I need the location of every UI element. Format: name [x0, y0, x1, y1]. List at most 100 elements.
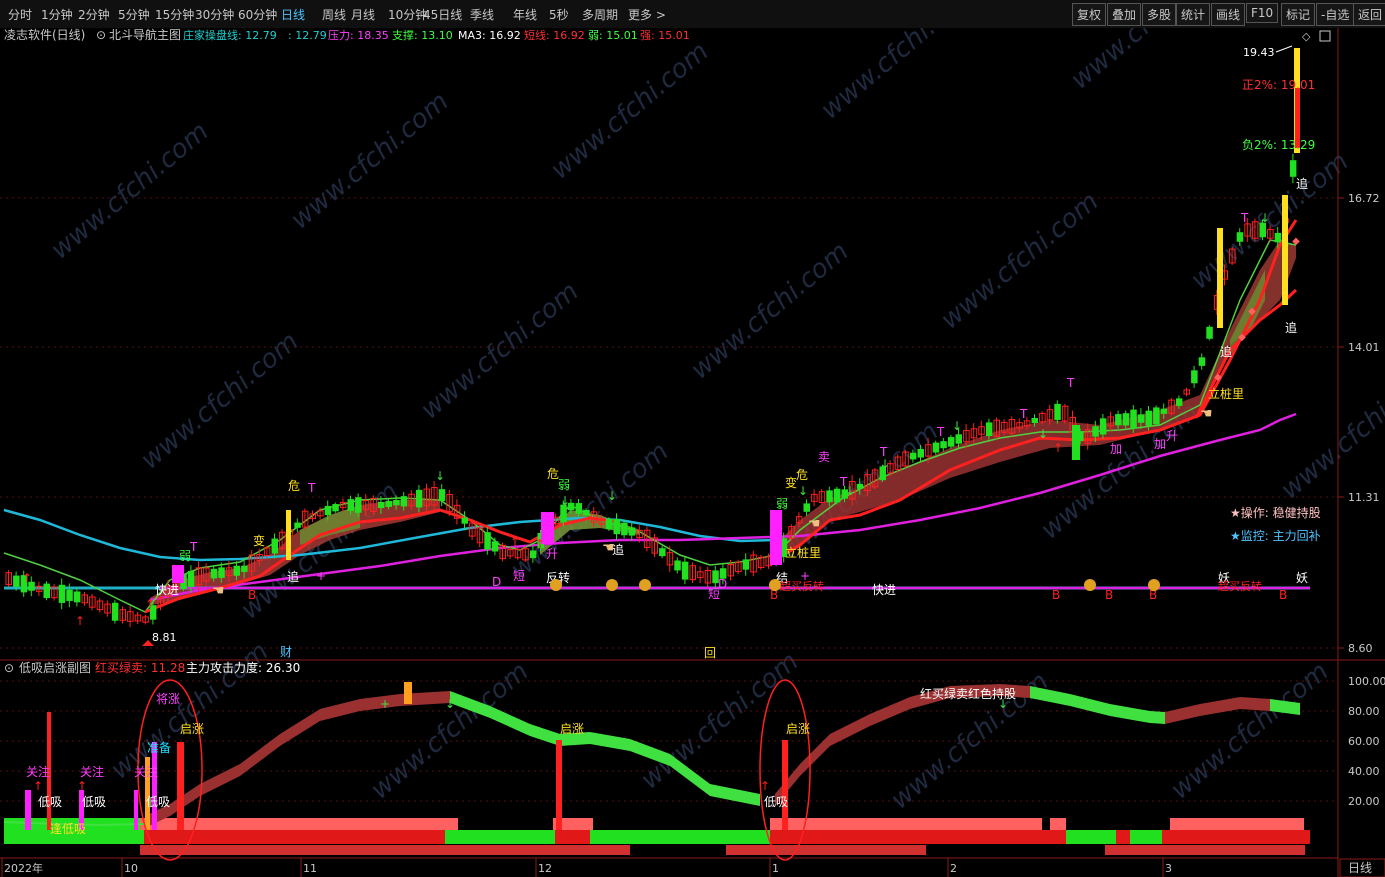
- signal-strip: [770, 818, 1042, 830]
- candle-body: [271, 538, 278, 554]
- x-axis-label: 10: [124, 862, 138, 875]
- period-tab-13[interactable]: 年线: [513, 6, 537, 23]
- candle-body: [1289, 160, 1297, 177]
- candle-body: [803, 503, 810, 512]
- period-tab-1[interactable]: 1分钟: [41, 6, 73, 23]
- candle-body: [940, 441, 947, 449]
- stock-title: 凌志软件(日线): [4, 28, 85, 42]
- hand-pointer-icon: ☚: [602, 540, 615, 556]
- chart-annotation: D: [492, 575, 501, 589]
- candle-body: [1031, 417, 1038, 424]
- candle-body: [294, 522, 301, 528]
- period-tab-14[interactable]: 5秒: [549, 6, 569, 23]
- toolbar-button-2[interactable]: 多股: [1142, 3, 1177, 26]
- candle-body: [1099, 418, 1107, 435]
- sub-annotation: 低吸: [764, 795, 788, 809]
- candle-body: [681, 561, 689, 580]
- signal-strip: [1050, 818, 1066, 830]
- chart-annotation: 快进: [155, 583, 179, 597]
- period-tab-10[interactable]: 10分钟: [388, 6, 427, 23]
- sub-axis-label: 80.00: [1348, 705, 1380, 718]
- candle-body: [13, 575, 20, 587]
- candle-body: [73, 591, 81, 603]
- sub-axis-label: 40.00: [1348, 765, 1380, 778]
- sub-axis-label: 60.00: [1348, 735, 1380, 748]
- low-price-label: 8.81: [152, 631, 177, 644]
- high-price-label: 19.43: [1243, 46, 1275, 59]
- candle-body: [659, 548, 666, 557]
- toolbar-button-6[interactable]: 标记: [1281, 3, 1316, 26]
- chart-annotation: B: [248, 588, 256, 602]
- down-arrow-icon: ↓: [1260, 211, 1270, 225]
- candle-body: [833, 488, 841, 503]
- period-tab-7[interactable]: 日线: [281, 6, 305, 23]
- period-tab-11[interactable]: 45日线: [423, 6, 462, 23]
- signal-bar: [177, 742, 184, 830]
- signal-bar: [25, 790, 31, 830]
- candle-body: [1259, 222, 1266, 238]
- candle-body: [1160, 408, 1168, 414]
- toolbar-button-3[interactable]: 统计: [1176, 3, 1211, 26]
- signal-strip: [590, 830, 770, 844]
- upper-band-label: 正2%: 19.01: [1242, 78, 1315, 92]
- chart-annotation: +: [316, 569, 326, 583]
- period-tab-5[interactable]: 30分钟: [195, 6, 234, 23]
- x-axis-label: 11: [303, 862, 317, 875]
- toolbar-button-0[interactable]: 复权: [1072, 3, 1107, 26]
- sub-annotation: 关注: [80, 764, 104, 779]
- chart-annotation: T: [1019, 407, 1028, 421]
- sub-axis-label: 20.00: [1348, 795, 1380, 808]
- chart-area[interactable]: www.cfchi.com www.cfchi.com www.cfchi.comw…: [0, 28, 1385, 877]
- candle-body: [1115, 414, 1122, 426]
- period-tab-12[interactable]: 季线: [470, 6, 494, 23]
- chart-annotation: 弱: [558, 478, 570, 492]
- candle-body: [233, 565, 240, 576]
- toolbar-button-1[interactable]: 叠加: [1107, 3, 1142, 26]
- candle-body: [66, 589, 73, 601]
- period-tab-16[interactable]: 更多 >: [628, 6, 666, 23]
- price-axis-label: 14.01: [1348, 341, 1380, 354]
- main-legend-item: 压力: 18.35: [328, 29, 389, 42]
- candle-body: [917, 448, 924, 458]
- candle-body: [187, 571, 195, 587]
- period-tab-0[interactable]: 分时: [8, 6, 32, 23]
- coin-icon: [639, 579, 651, 591]
- candle-body: [826, 490, 833, 503]
- chart-annotation: 弱: [776, 497, 788, 511]
- candle-body: [1236, 232, 1244, 242]
- period-tab-8[interactable]: 周线: [322, 6, 346, 23]
- period-tab-2[interactable]: 2分钟: [78, 6, 110, 23]
- yellow-candle: [286, 510, 291, 560]
- toolbar-button-4[interactable]: 画线: [1211, 3, 1246, 26]
- candle-body: [347, 499, 354, 511]
- candle-body: [1206, 326, 1213, 339]
- sub-annotation: 关注: [134, 764, 158, 779]
- period-tab-4[interactable]: 15分钟: [155, 6, 194, 23]
- hand-pointer-icon: ☚: [212, 583, 225, 599]
- main-legend-item: 支撑: 13.10: [392, 28, 453, 42]
- hand-pointer-icon: ☚: [808, 516, 821, 532]
- toolbar-button-7[interactable]: -自选: [1316, 3, 1355, 26]
- chart-annotation: 变: [253, 533, 265, 548]
- period-tab-6[interactable]: 60分钟: [238, 6, 277, 23]
- candle-body: [393, 499, 400, 506]
- down-arrow-icon: ↓: [880, 457, 890, 471]
- candle-body: [58, 584, 66, 603]
- period-tab-9[interactable]: 月线: [351, 6, 375, 23]
- diamond-marker-icon: ◆: [1248, 306, 1256, 317]
- sub-annotation: 启涨: [560, 721, 584, 736]
- signal-bar: [404, 682, 412, 704]
- chart-annotation: T: [936, 425, 945, 439]
- x-axis-label: 12: [538, 862, 552, 875]
- period-tab-15[interactable]: 多周期: [582, 6, 618, 23]
- plus-icon: +: [380, 697, 390, 711]
- toolbar-button-8[interactable]: 返回: [1353, 3, 1385, 26]
- toolbar-button-5[interactable]: F10: [1246, 3, 1279, 23]
- diamond-icon: ◇: [1302, 30, 1311, 43]
- up-arrow-icon: ↑: [145, 597, 155, 611]
- period-tab-3[interactable]: 5分钟: [118, 6, 150, 23]
- down-arrow-icon: ↓: [435, 469, 445, 483]
- panel-icon: ⊙: [96, 28, 106, 42]
- chart-annotation: T: [189, 540, 198, 554]
- candle-body: [628, 527, 636, 536]
